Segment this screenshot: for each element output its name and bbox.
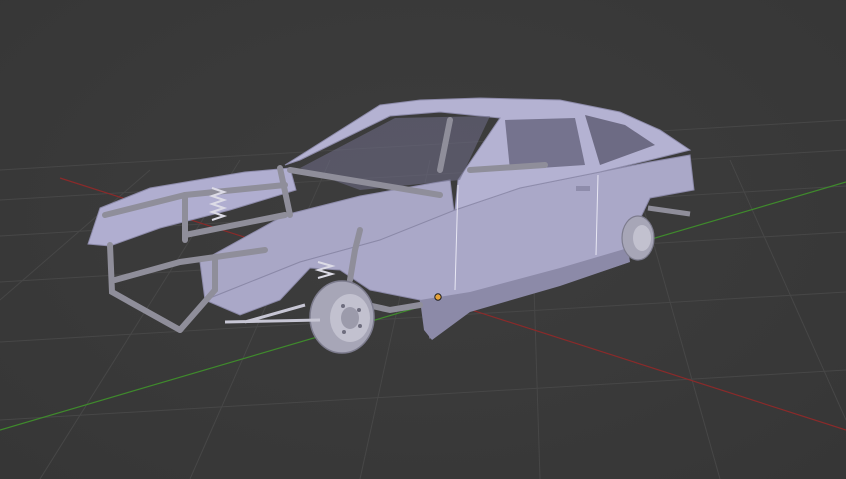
3d-viewport[interactable] (0, 0, 846, 479)
origin-marker-icon[interactable] (434, 293, 442, 301)
car-door-handle (576, 186, 590, 191)
rear-axle-tube (647, 205, 691, 217)
rear-brake-disc (621, 215, 655, 261)
viewport-canvas[interactable] (0, 0, 846, 479)
front-brake-disc (309, 280, 375, 354)
